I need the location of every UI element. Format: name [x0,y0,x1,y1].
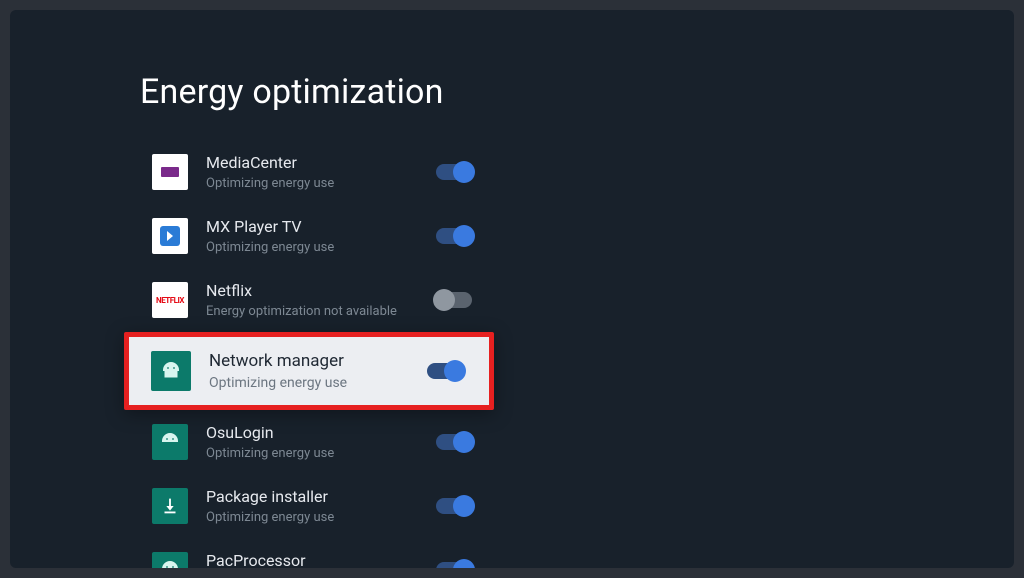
app-sub: Optimizing energy use [206,176,454,191]
app-sub: Optimizing energy use [209,375,415,391]
toggle-osulogin[interactable] [436,434,472,450]
toggle-mxplayer[interactable] [436,228,472,244]
netflix-logo-text: NETFLIX [156,296,184,305]
toggle-packageinstaller[interactable] [436,498,472,514]
app-name: MX Player TV [206,217,454,237]
toggle-mediacenter[interactable] [436,164,472,180]
app-sub: Optimizing energy use [206,240,454,255]
mediacenter-icon [152,154,188,190]
app-row-packageinstaller[interactable]: Package installer Optimizing energy use [140,474,472,538]
page-title: Energy optimization [140,72,690,112]
app-row-osulogin[interactable]: OsuLogin Optimizing energy use [140,410,472,474]
app-name: PacProcessor [206,551,454,568]
app-sub: Optimizing energy use [206,510,454,525]
android-icon [152,424,188,460]
app-text: MX Player TV Optimizing energy use [206,217,454,255]
mxplayer-icon [152,218,188,254]
app-text: Netflix Energy optimization not availabl… [206,281,454,319]
app-row-pacprocessor[interactable]: PacProcessor Optimizing energy use [140,538,472,568]
android-icon [151,351,191,391]
app-name: Network manager [209,351,415,372]
content-panel: Energy optimization MediaCenter Optimizi… [140,72,690,568]
download-icon [152,488,188,524]
app-text: OsuLogin Optimizing energy use [206,423,454,461]
app-text: Package installer Optimizing energy use [206,487,454,525]
toggle-networkmanager[interactable] [427,363,463,379]
toggle-netflix [436,292,472,308]
app-sub: Optimizing energy use [206,446,454,461]
app-row-mediacenter[interactable]: MediaCenter Optimizing energy use [140,140,472,204]
app-text: Network manager Optimizing energy use [209,351,415,391]
app-list: MediaCenter Optimizing energy use MX Pla… [140,140,472,568]
app-name: Package installer [206,487,454,507]
app-row-networkmanager[interactable]: Network manager Optimizing energy use [124,332,494,410]
app-name: OsuLogin [206,423,454,443]
app-text: PacProcessor Optimizing energy use [206,551,454,568]
app-row-netflix[interactable]: NETFLIX Netflix Energy optimization not … [140,268,472,332]
toggle-pacprocessor[interactable] [436,562,472,568]
app-name: Netflix [206,281,454,301]
app-text: MediaCenter Optimizing energy use [206,153,454,191]
app-row-mxplayer[interactable]: MX Player TV Optimizing energy use [140,204,472,268]
android-icon [152,552,188,568]
netflix-icon: NETFLIX [152,282,188,318]
settings-screen: Energy optimization MediaCenter Optimizi… [10,10,1014,568]
app-name: MediaCenter [206,153,454,173]
app-sub: Energy optimization not available [206,304,454,319]
